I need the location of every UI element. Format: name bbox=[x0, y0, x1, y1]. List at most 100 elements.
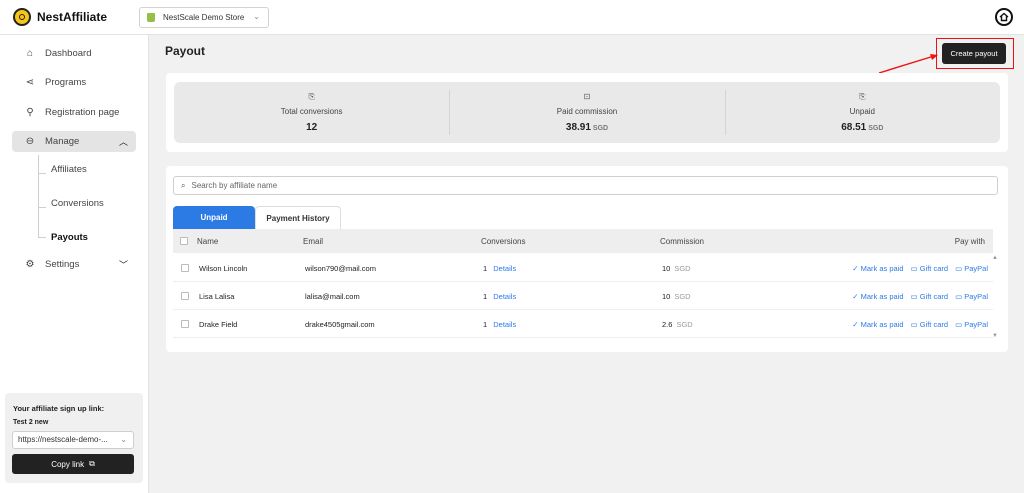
stat-label: Paid commission bbox=[556, 107, 618, 116]
gift-card-link[interactable]: ▭ Gift card bbox=[911, 320, 949, 329]
highlight-box bbox=[936, 38, 1014, 69]
chevron-down-icon: ⌄ bbox=[120, 435, 127, 444]
search-icon: ⌕ bbox=[181, 180, 186, 190]
page-title: Payout bbox=[165, 44, 206, 58]
search-input[interactable]: ⌕ Search by affiliate name bbox=[173, 176, 998, 195]
affiliate-email: drake4505gmail.com bbox=[305, 320, 375, 329]
signup-link-select[interactable]: https://nestscale-demo-... ⌄ bbox=[12, 431, 134, 449]
chevron-down-icon: ⌄ bbox=[253, 12, 260, 21]
toggle-icon: ⊖ bbox=[25, 136, 35, 147]
pay-actions: ✓ Mark as paid ▭ Gift card ▭ PayPal bbox=[852, 292, 988, 301]
gift-card-link[interactable]: ▭ Gift card bbox=[911, 264, 949, 273]
stat-value: 38.91 SGD bbox=[565, 122, 609, 133]
chevron-down-icon: ﹀ bbox=[118, 260, 128, 270]
stat-value: 12 bbox=[306, 122, 318, 133]
mark-as-paid-link[interactable]: ✓ Mark as paid bbox=[852, 292, 903, 301]
commission-cell: 2.6 SGD bbox=[662, 320, 693, 329]
app-logo[interactable]: NestAffiliate bbox=[13, 8, 107, 26]
stat-total-conversions: ⎘ Total conversions 12 bbox=[174, 82, 449, 143]
conversions-cell: 1 Details bbox=[483, 292, 517, 301]
stat-label: Unpaid bbox=[849, 107, 875, 116]
affiliate-email: wilson790@mail.com bbox=[305, 264, 376, 273]
stats-panel: ⎘ Total conversions 12 ⊡ Paid commission… bbox=[174, 82, 1000, 143]
wallet-icon: ⊡ bbox=[583, 92, 591, 101]
logo-icon bbox=[13, 8, 31, 26]
details-link[interactable]: Details bbox=[493, 320, 516, 329]
sidebar-item-manage[interactable]: ⊖ Manage ︿ bbox=[12, 131, 136, 152]
row-checkbox[interactable] bbox=[181, 264, 189, 272]
row-checkbox[interactable] bbox=[181, 320, 189, 328]
sidebar-item-registration[interactable]: ⚲ Registration page bbox=[12, 102, 136, 123]
stat-paid-commission: ⊡ Paid commission 38.91 SGD bbox=[449, 82, 724, 143]
tab-unpaid[interactable]: Unpaid bbox=[173, 206, 255, 229]
app-name: NestAffiliate bbox=[37, 10, 108, 24]
paypal-link[interactable]: ▭ PayPal bbox=[955, 320, 988, 329]
store-name: NestScale Demo Store bbox=[163, 13, 245, 22]
store-selector[interactable]: NestScale Demo Store ⌄ bbox=[139, 7, 269, 28]
bookmark-icon: ⎘ bbox=[308, 92, 315, 101]
copy-link-button[interactable]: Copy link ⧉ bbox=[12, 454, 134, 474]
receipt-icon: ⎘ bbox=[859, 92, 866, 101]
gear-icon: ⚙ bbox=[25, 259, 35, 270]
column-email: Email bbox=[303, 237, 324, 246]
sidebar-item-settings[interactable]: ⚙ Settings ﹀ bbox=[12, 254, 136, 275]
signup-link-value: https://nestscale-demo-... bbox=[18, 435, 108, 444]
commission-cell: 10 SGD bbox=[662, 292, 691, 301]
sidebar-item-label: Settings bbox=[45, 259, 80, 270]
pay-actions: ✓ Mark as paid ▭ Gift card ▭ PayPal bbox=[852, 264, 988, 273]
column-pay-with: Pay with bbox=[954, 237, 985, 246]
external-link-icon: ⧉ bbox=[89, 459, 95, 468]
column-commission: Commission bbox=[660, 237, 705, 246]
signup-program: Test 2 new bbox=[13, 419, 49, 426]
table-row: Lisa Lalisa lalisa@mail.com 1 Details 10… bbox=[173, 282, 993, 310]
sidebar-item-programs[interactable]: ⋖ Programs bbox=[12, 72, 136, 93]
scroll-up-icon[interactable]: ▲ bbox=[992, 255, 998, 261]
stat-label: Total conversions bbox=[280, 107, 343, 116]
stat-unpaid: ⎘ Unpaid 68.51 SGD bbox=[724, 82, 1000, 143]
affiliate-name: Wilson Lincoln bbox=[199, 264, 248, 273]
payout-table-card: ⌕ Search by affiliate name Unpaid Paymen… bbox=[166, 166, 1008, 352]
tree-branch bbox=[38, 207, 46, 208]
commission-cell: 10 SGD bbox=[662, 264, 691, 273]
signup-link-panel: Your affiliate sign up link: Test 2 new … bbox=[5, 393, 143, 483]
pay-actions: ✓ Mark as paid ▭ Gift card ▭ PayPal bbox=[852, 320, 988, 329]
row-checkbox[interactable] bbox=[181, 292, 189, 300]
home-icon[interactable] bbox=[995, 8, 1013, 26]
sidebar-item-label: Programs bbox=[45, 77, 87, 88]
details-link[interactable]: Details bbox=[493, 264, 516, 273]
tab-bar: Unpaid Payment History bbox=[173, 206, 341, 229]
mark-as-paid-link[interactable]: ✓ Mark as paid bbox=[852, 320, 903, 329]
scroll-down-icon[interactable]: ▼ bbox=[992, 333, 998, 339]
conversions-cell: 1 Details bbox=[483, 320, 517, 329]
affiliate-email: lalisa@mail.com bbox=[305, 292, 360, 301]
sidebar-item-dashboard[interactable]: ⌂ Dashboard bbox=[12, 43, 136, 64]
tab-payment-history[interactable]: Payment History bbox=[255, 206, 341, 229]
top-bar: NestAffiliate NestScale Demo Store ⌄ bbox=[0, 0, 1024, 35]
affiliate-name: Lisa Lalisa bbox=[199, 292, 235, 301]
sidebar-subitem-conversions[interactable]: Conversions bbox=[51, 198, 104, 209]
stats-card: ⎘ Total conversions 12 ⊡ Paid commission… bbox=[166, 73, 1008, 152]
paypal-link[interactable]: ▭ PayPal bbox=[955, 264, 988, 273]
table-scrollbar[interactable]: ▲ ▼ bbox=[992, 255, 998, 339]
share-icon: ⋖ bbox=[25, 77, 35, 88]
copy-link-label: Copy link bbox=[51, 459, 85, 469]
sidebar-subitem-payouts[interactable]: Payouts bbox=[51, 232, 88, 243]
sidebar-item-label: Manage bbox=[45, 136, 80, 147]
table-row: Drake Field drake4505gmail.com 1 Details… bbox=[173, 310, 993, 338]
sidebar-subitem-affiliates[interactable]: Affiliates bbox=[51, 164, 87, 175]
chevron-up-icon: ︿ bbox=[118, 137, 128, 147]
mark-as-paid-link[interactable]: ✓ Mark as paid bbox=[852, 264, 903, 273]
gift-card-link[interactable]: ▭ Gift card bbox=[911, 292, 949, 301]
tree-branch bbox=[38, 173, 46, 174]
table-row: Wilson Lincoln wilson790@mail.com 1 Deta… bbox=[173, 254, 993, 282]
stat-value: 68.51 SGD bbox=[841, 122, 884, 133]
details-link[interactable]: Details bbox=[493, 292, 516, 301]
affiliate-name: Drake Field bbox=[199, 320, 238, 329]
column-conversions: Conversions bbox=[481, 237, 526, 246]
select-all-checkbox[interactable] bbox=[180, 237, 188, 245]
user-plus-icon: ⚲ bbox=[26, 107, 34, 118]
signup-title: Your affiliate sign up link: bbox=[13, 404, 105, 413]
paypal-link[interactable]: ▭ PayPal bbox=[955, 292, 988, 301]
shopify-icon bbox=[147, 13, 155, 22]
table-header: Name Email Conversions Commission Pay wi… bbox=[173, 229, 993, 253]
